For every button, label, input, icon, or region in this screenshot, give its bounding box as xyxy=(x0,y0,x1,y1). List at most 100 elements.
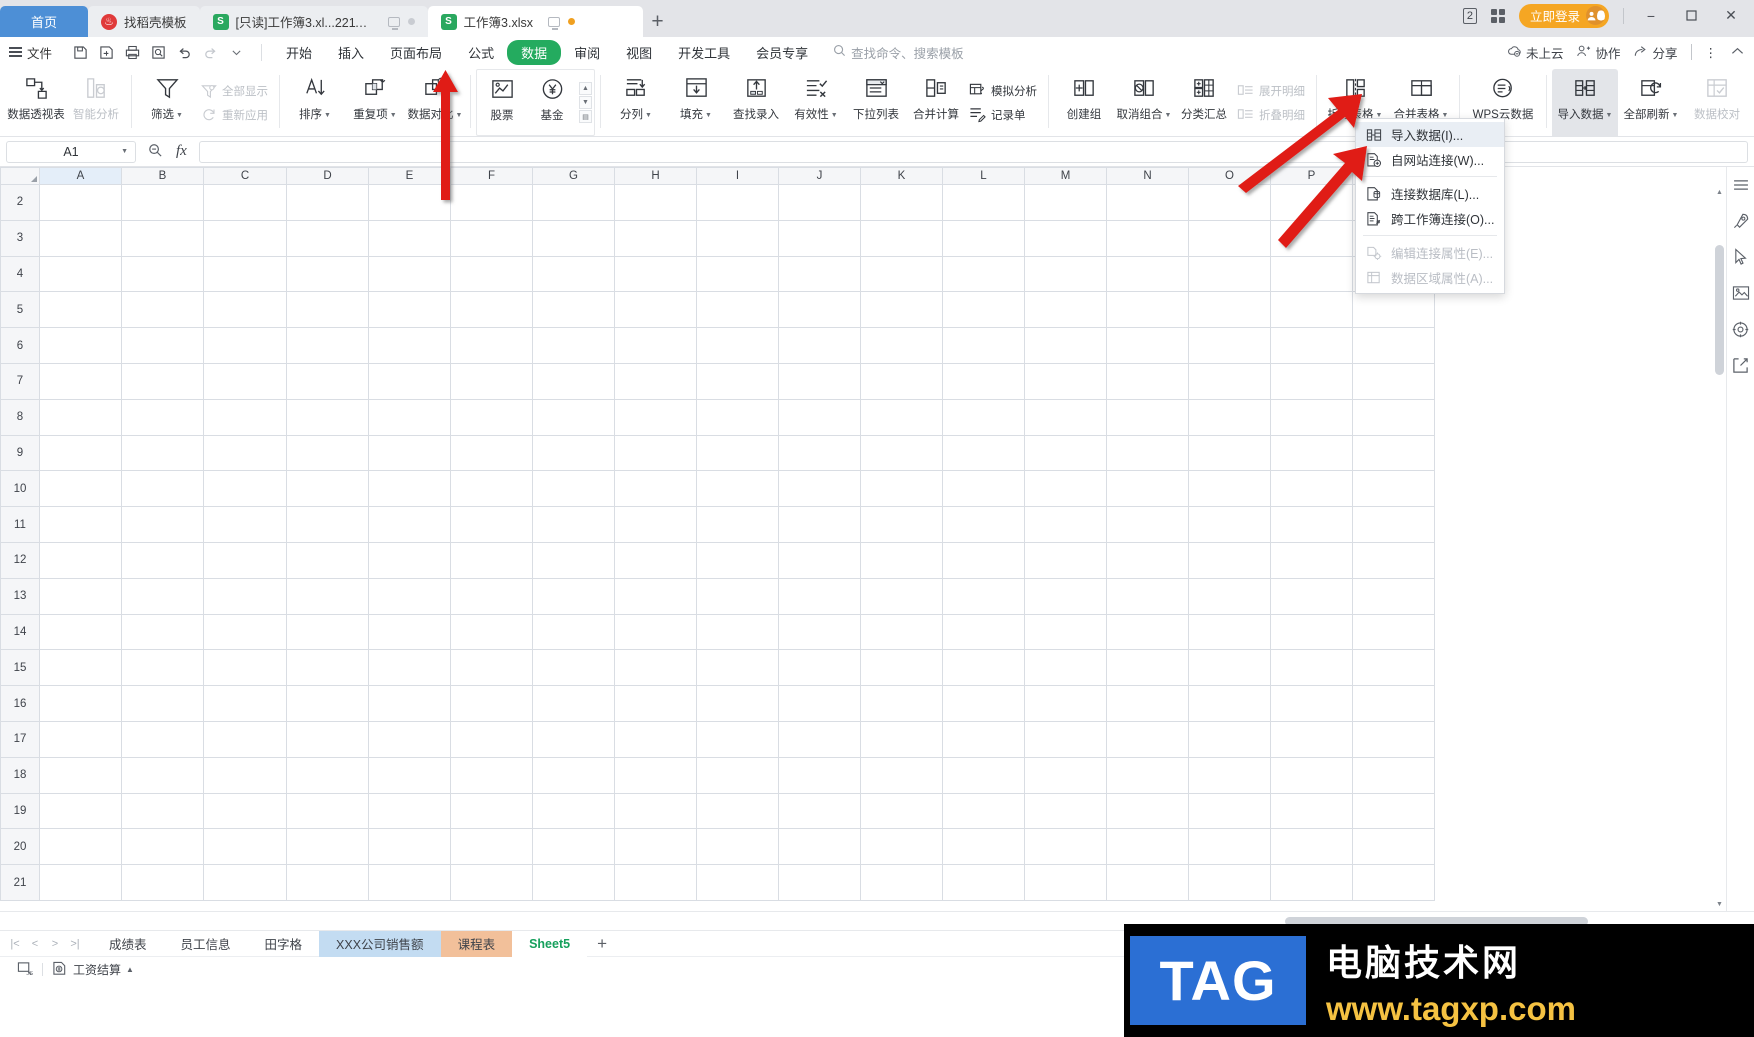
cell-B10[interactable] xyxy=(121,470,204,508)
column-header-H[interactable]: H xyxy=(614,167,697,185)
table-row[interactable]: 12 xyxy=(0,541,1435,579)
cell-L6[interactable] xyxy=(942,327,1025,364)
table-row[interactable]: 18 xyxy=(0,756,1435,794)
cell-K15[interactable] xyxy=(860,649,943,687)
cell-C9[interactable] xyxy=(203,434,287,472)
cell-D16[interactable] xyxy=(286,685,369,722)
cell-G16[interactable] xyxy=(532,685,615,722)
cell-I18[interactable] xyxy=(696,756,779,794)
cell-C18[interactable] xyxy=(203,756,287,794)
cell-J19[interactable] xyxy=(778,792,861,830)
cell-A6[interactable] xyxy=(39,327,122,364)
cell-P7[interactable] xyxy=(1270,362,1353,400)
cell-F4[interactable] xyxy=(450,255,533,293)
print-icon[interactable] xyxy=(121,41,144,63)
cell-M15[interactable] xyxy=(1024,649,1107,687)
cell-K2[interactable] xyxy=(860,184,943,221)
cell-B19[interactable] xyxy=(121,792,204,830)
table-row[interactable]: 10 xyxy=(0,470,1435,508)
cell-J14[interactable] xyxy=(778,613,861,651)
cell-D11[interactable] xyxy=(286,506,369,543)
cell-J4[interactable] xyxy=(778,255,861,293)
row-header-14[interactable]: 14 xyxy=(0,613,40,651)
login-button[interactable]: 立即登录 xyxy=(1518,3,1609,28)
cell-M9[interactable] xyxy=(1024,434,1107,472)
cell-I14[interactable] xyxy=(696,613,779,651)
cell-D18[interactable] xyxy=(286,756,369,794)
cell-B18[interactable] xyxy=(121,756,204,794)
cell-D14[interactable] xyxy=(286,613,369,651)
cell-Q16[interactable] xyxy=(1352,685,1435,722)
spinner-expand-icon[interactable]: ▤ xyxy=(579,110,592,123)
cell-G21[interactable] xyxy=(532,864,615,901)
cell-K18[interactable] xyxy=(860,756,943,794)
cell-H15[interactable] xyxy=(614,649,697,687)
cell-I10[interactable] xyxy=(696,470,779,508)
save-as-icon[interactable] xyxy=(95,41,118,63)
shape-tool-icon[interactable] xyxy=(1731,355,1751,375)
cell-D10[interactable] xyxy=(286,470,369,508)
cell-K21[interactable] xyxy=(860,864,943,901)
cell-C20[interactable] xyxy=(203,828,287,866)
menu-item-data-range-props[interactable]: 数据区域属性(A)... xyxy=(1356,265,1504,290)
column-header-M[interactable]: M xyxy=(1024,167,1107,185)
cell-E16[interactable] xyxy=(368,685,451,722)
row-header-2[interactable]: 2 xyxy=(0,184,40,221)
cell-O9[interactable] xyxy=(1188,434,1271,472)
cell-O16[interactable] xyxy=(1188,685,1271,722)
cell-Q18[interactable] xyxy=(1352,756,1435,794)
cell-P17[interactable] xyxy=(1270,720,1353,758)
cell-Q21[interactable] xyxy=(1352,864,1435,901)
cell-J18[interactable] xyxy=(778,756,861,794)
minimize-button[interactable]: − xyxy=(1638,6,1664,26)
cell-F18[interactable] xyxy=(450,756,533,794)
cell-A12[interactable] xyxy=(39,541,122,579)
cell-C7[interactable] xyxy=(203,362,287,400)
cell-A16[interactable] xyxy=(39,685,122,722)
dropdown-list-button[interactable]: 下拉列表 xyxy=(846,69,906,136)
table-row[interactable]: 8 xyxy=(0,398,1435,436)
cell-B16[interactable] xyxy=(121,685,204,722)
cell-J7[interactable] xyxy=(778,362,861,400)
cell-L18[interactable] xyxy=(942,756,1025,794)
cell-N19[interactable] xyxy=(1106,792,1189,830)
cell-E7[interactable] xyxy=(368,362,451,400)
cell-D21[interactable] xyxy=(286,864,369,901)
share-button[interactable]: 分享 xyxy=(1633,43,1678,62)
menu-item-connect-database[interactable]: 连接数据库(L)... xyxy=(1356,181,1504,206)
cell-O21[interactable] xyxy=(1188,864,1271,901)
sheet-tab-yuangongxinxi[interactable]: 员工信息 xyxy=(164,931,248,957)
table-row[interactable]: 6 xyxy=(0,327,1435,364)
cell-K9[interactable] xyxy=(860,434,943,472)
cell-N20[interactable] xyxy=(1106,828,1189,866)
cell-D12[interactable] xyxy=(286,541,369,579)
cell-K3[interactable] xyxy=(860,219,943,257)
image-icon[interactable] xyxy=(1731,283,1751,303)
cell-E9[interactable] xyxy=(368,434,451,472)
cell-K6[interactable] xyxy=(860,327,943,364)
cell-H12[interactable] xyxy=(614,541,697,579)
cell-D17[interactable] xyxy=(286,720,369,758)
tab-workbook3-readonly[interactable]: S [只读]工作簿3.xl...22111538970 xyxy=(199,6,428,37)
import-data-menu[interactable]: 导入数据(I)... 自网站连接(W)... 连接数据库(L)... 跨工作簿连… xyxy=(1355,118,1505,294)
maximize-button[interactable] xyxy=(1678,6,1704,26)
gallery-spinner[interactable]: ▲ ▼ ▤ xyxy=(577,70,594,135)
cell-I19[interactable] xyxy=(696,792,779,830)
cell-N11[interactable] xyxy=(1106,506,1189,543)
tab-page-layout[interactable]: 页面布局 xyxy=(377,40,455,65)
cell-F3[interactable] xyxy=(450,219,533,257)
column-header-P[interactable]: P xyxy=(1270,167,1353,185)
cell-L3[interactable] xyxy=(942,219,1025,257)
cell-M12[interactable] xyxy=(1024,541,1107,579)
row-header-19[interactable]: 19 xyxy=(0,792,40,830)
cell-A7[interactable] xyxy=(39,362,122,400)
cell-Q5[interactable] xyxy=(1352,291,1435,329)
cell-B4[interactable] xyxy=(121,255,204,293)
row-header-5[interactable]: 5 xyxy=(0,291,40,329)
row-header-18[interactable]: 18 xyxy=(0,756,40,794)
cell-N14[interactable] xyxy=(1106,613,1189,651)
cell-G7[interactable] xyxy=(532,362,615,400)
subtotal-button[interactable]: 分类汇总 xyxy=(1174,69,1234,136)
cell-G17[interactable] xyxy=(532,720,615,758)
cell-G15[interactable] xyxy=(532,649,615,687)
